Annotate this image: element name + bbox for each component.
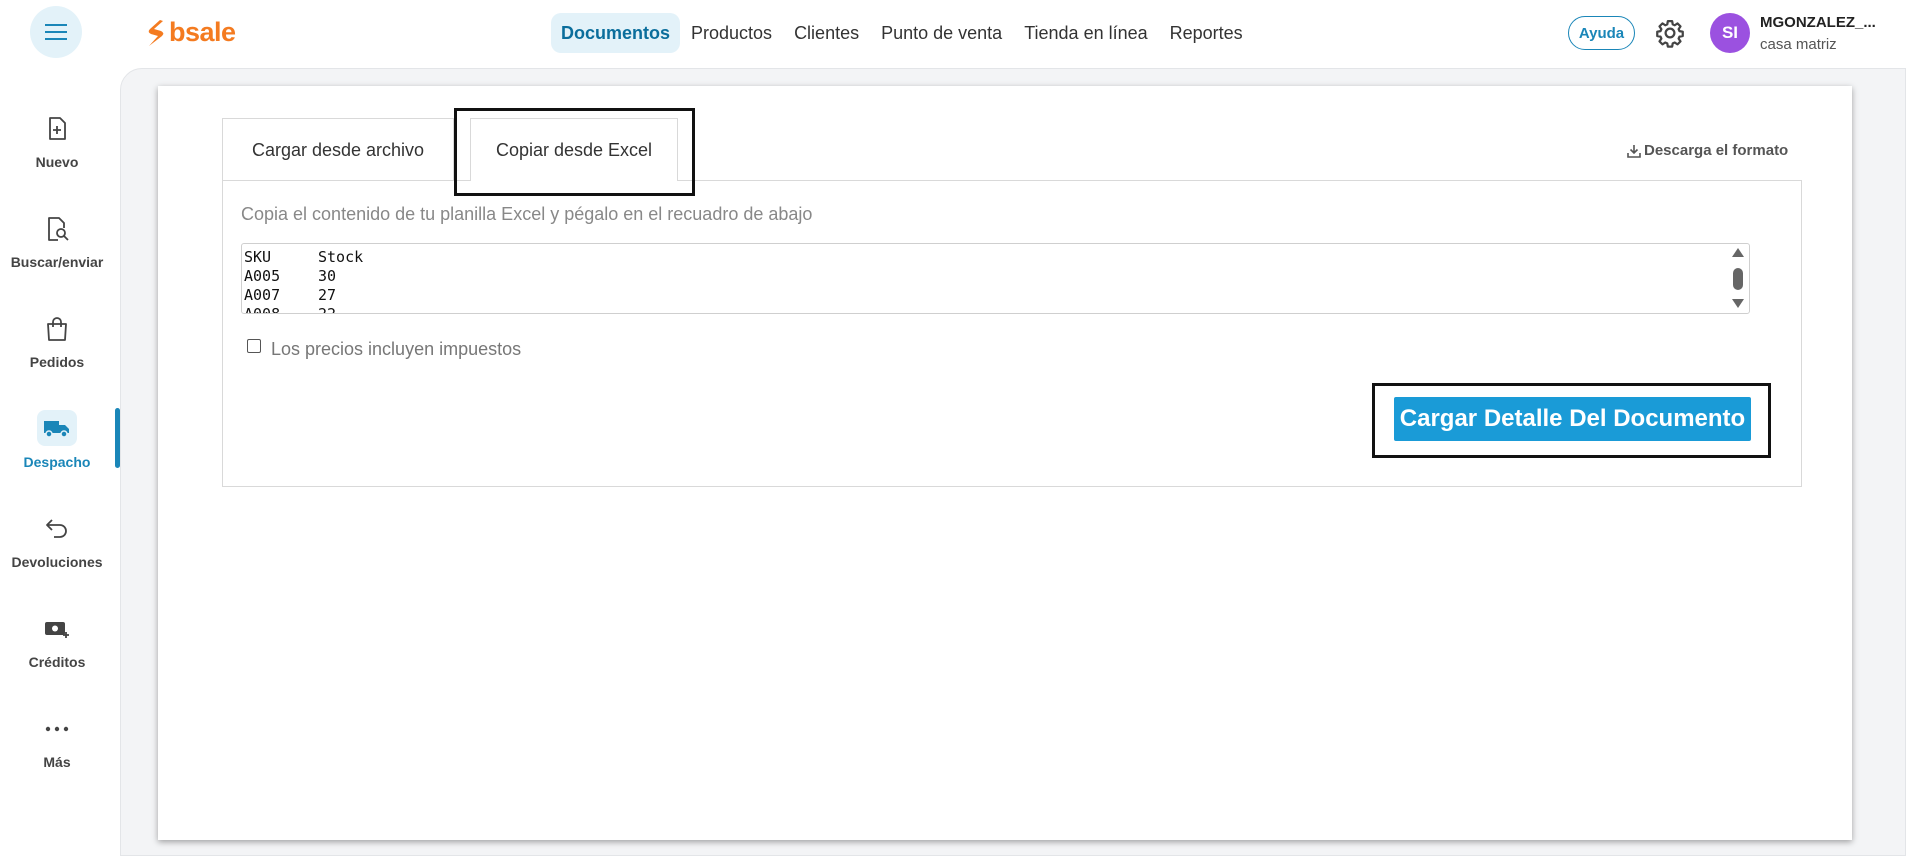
shopping-bag-icon bbox=[40, 312, 74, 346]
hamburger-menu-button[interactable] bbox=[30, 6, 82, 58]
load-document-detail-button[interactable]: Cargar Detalle Del Documento bbox=[1394, 397, 1751, 441]
nav-punto-de-venta[interactable]: Punto de venta bbox=[870, 13, 1013, 53]
sidebar-item-despacho[interactable]: Despacho bbox=[0, 410, 114, 490]
nav-documentos[interactable]: Documentos bbox=[551, 13, 681, 53]
nav-reportes[interactable]: Reportes bbox=[1159, 13, 1254, 53]
top-bar: bsale Documentos Productos Clientes Punt… bbox=[0, 0, 1906, 68]
paste-cell: 30 bbox=[318, 267, 337, 285]
paste-cell: Stock bbox=[318, 248, 364, 266]
truck-icon bbox=[37, 410, 77, 446]
download-format-label: Descarga el formato bbox=[1644, 142, 1789, 159]
textarea-scrollbar[interactable] bbox=[1729, 246, 1747, 312]
paste-cell: A005 bbox=[244, 267, 281, 285]
scroll-thumb[interactable] bbox=[1733, 268, 1743, 290]
gear-icon[interactable] bbox=[1655, 18, 1685, 48]
sidebar-item-mas[interactable]: Más bbox=[0, 712, 114, 792]
nav-clientes[interactable]: Clientes bbox=[783, 13, 870, 53]
paste-row: A005 30 bbox=[244, 267, 1749, 286]
nav-tienda-en-linea[interactable]: Tienda en línea bbox=[1013, 13, 1158, 53]
paste-cell: SKU bbox=[244, 248, 272, 266]
sidebar-item-pedidos[interactable]: Pedidos bbox=[0, 312, 114, 392]
sidebar-item-label: Despacho bbox=[23, 454, 91, 470]
sidebar-item-label: Créditos bbox=[28, 654, 86, 670]
search-document-icon bbox=[40, 212, 74, 246]
money-plus-icon bbox=[40, 612, 74, 646]
sidebar-item-buscar-enviar[interactable]: Buscar/enviar bbox=[0, 212, 114, 292]
paste-row: A008 22 bbox=[244, 305, 1749, 314]
return-arrow-icon bbox=[40, 512, 74, 546]
paste-cell: 22 bbox=[318, 305, 337, 314]
sidebar-item-label: Pedidos bbox=[29, 354, 85, 370]
sidebar-item-label: Nuevo bbox=[35, 154, 79, 170]
sidebar-item-label: Buscar/enviar bbox=[10, 254, 104, 270]
sidebar-item-nuevo[interactable]: Nuevo bbox=[0, 112, 114, 192]
scroll-down-icon[interactable] bbox=[1732, 299, 1744, 308]
taxes-included-label[interactable]: Los precios incluyen impuestos bbox=[271, 339, 521, 360]
paste-cell: 27 bbox=[318, 286, 337, 304]
bsale-logo-icon bbox=[148, 19, 164, 46]
nav-productos[interactable]: Productos bbox=[680, 13, 783, 53]
sidebar-item-devoluciones[interactable]: Devoluciones bbox=[0, 512, 114, 592]
download-format-link[interactable]: Descarga el formato bbox=[1627, 142, 1788, 159]
sidebar-item-label: Devoluciones bbox=[11, 554, 103, 570]
paste-row: A007 27 bbox=[244, 286, 1749, 305]
sidebar-item-label: Más bbox=[43, 754, 71, 770]
tab-copiar-desde-excel[interactable]: Copiar desde Excel bbox=[470, 118, 678, 181]
avatar[interactable]: SI bbox=[1710, 13, 1750, 53]
paste-cell: A008 bbox=[244, 305, 281, 314]
user-name[interactable]: MGONZALEZ_... bbox=[1760, 14, 1876, 31]
tab-cargar-desde-archivo[interactable]: Cargar desde archivo bbox=[222, 118, 454, 181]
logo-text: bsale bbox=[169, 17, 236, 47]
main-nav: Documentos Productos Clientes Punto de v… bbox=[551, 13, 1254, 53]
paste-cell: A007 bbox=[244, 286, 281, 304]
sidebar-item-creditos[interactable]: Créditos bbox=[0, 612, 114, 692]
user-branch: casa matriz bbox=[1760, 36, 1837, 53]
scroll-up-icon[interactable] bbox=[1732, 248, 1744, 257]
more-dots-icon bbox=[40, 712, 74, 746]
bsale-logo[interactable]: bsale bbox=[146, 17, 236, 48]
excel-paste-textarea[interactable]: SKU Stock A005 30 A007 27 A008 22 bbox=[241, 243, 1750, 314]
sidebar: Nuevo Buscar/enviar Pedidos Despacho Dev… bbox=[0, 68, 120, 856]
hamburger-icon bbox=[45, 24, 67, 40]
paste-row: SKU Stock bbox=[244, 248, 1749, 267]
help-button[interactable]: Ayuda bbox=[1568, 16, 1635, 50]
taxes-included-checkbox[interactable] bbox=[247, 339, 261, 353]
paste-instructions: Copia el contenido de tu planilla Excel … bbox=[241, 204, 813, 224]
download-icon bbox=[1627, 144, 1641, 158]
new-document-icon bbox=[40, 112, 74, 146]
